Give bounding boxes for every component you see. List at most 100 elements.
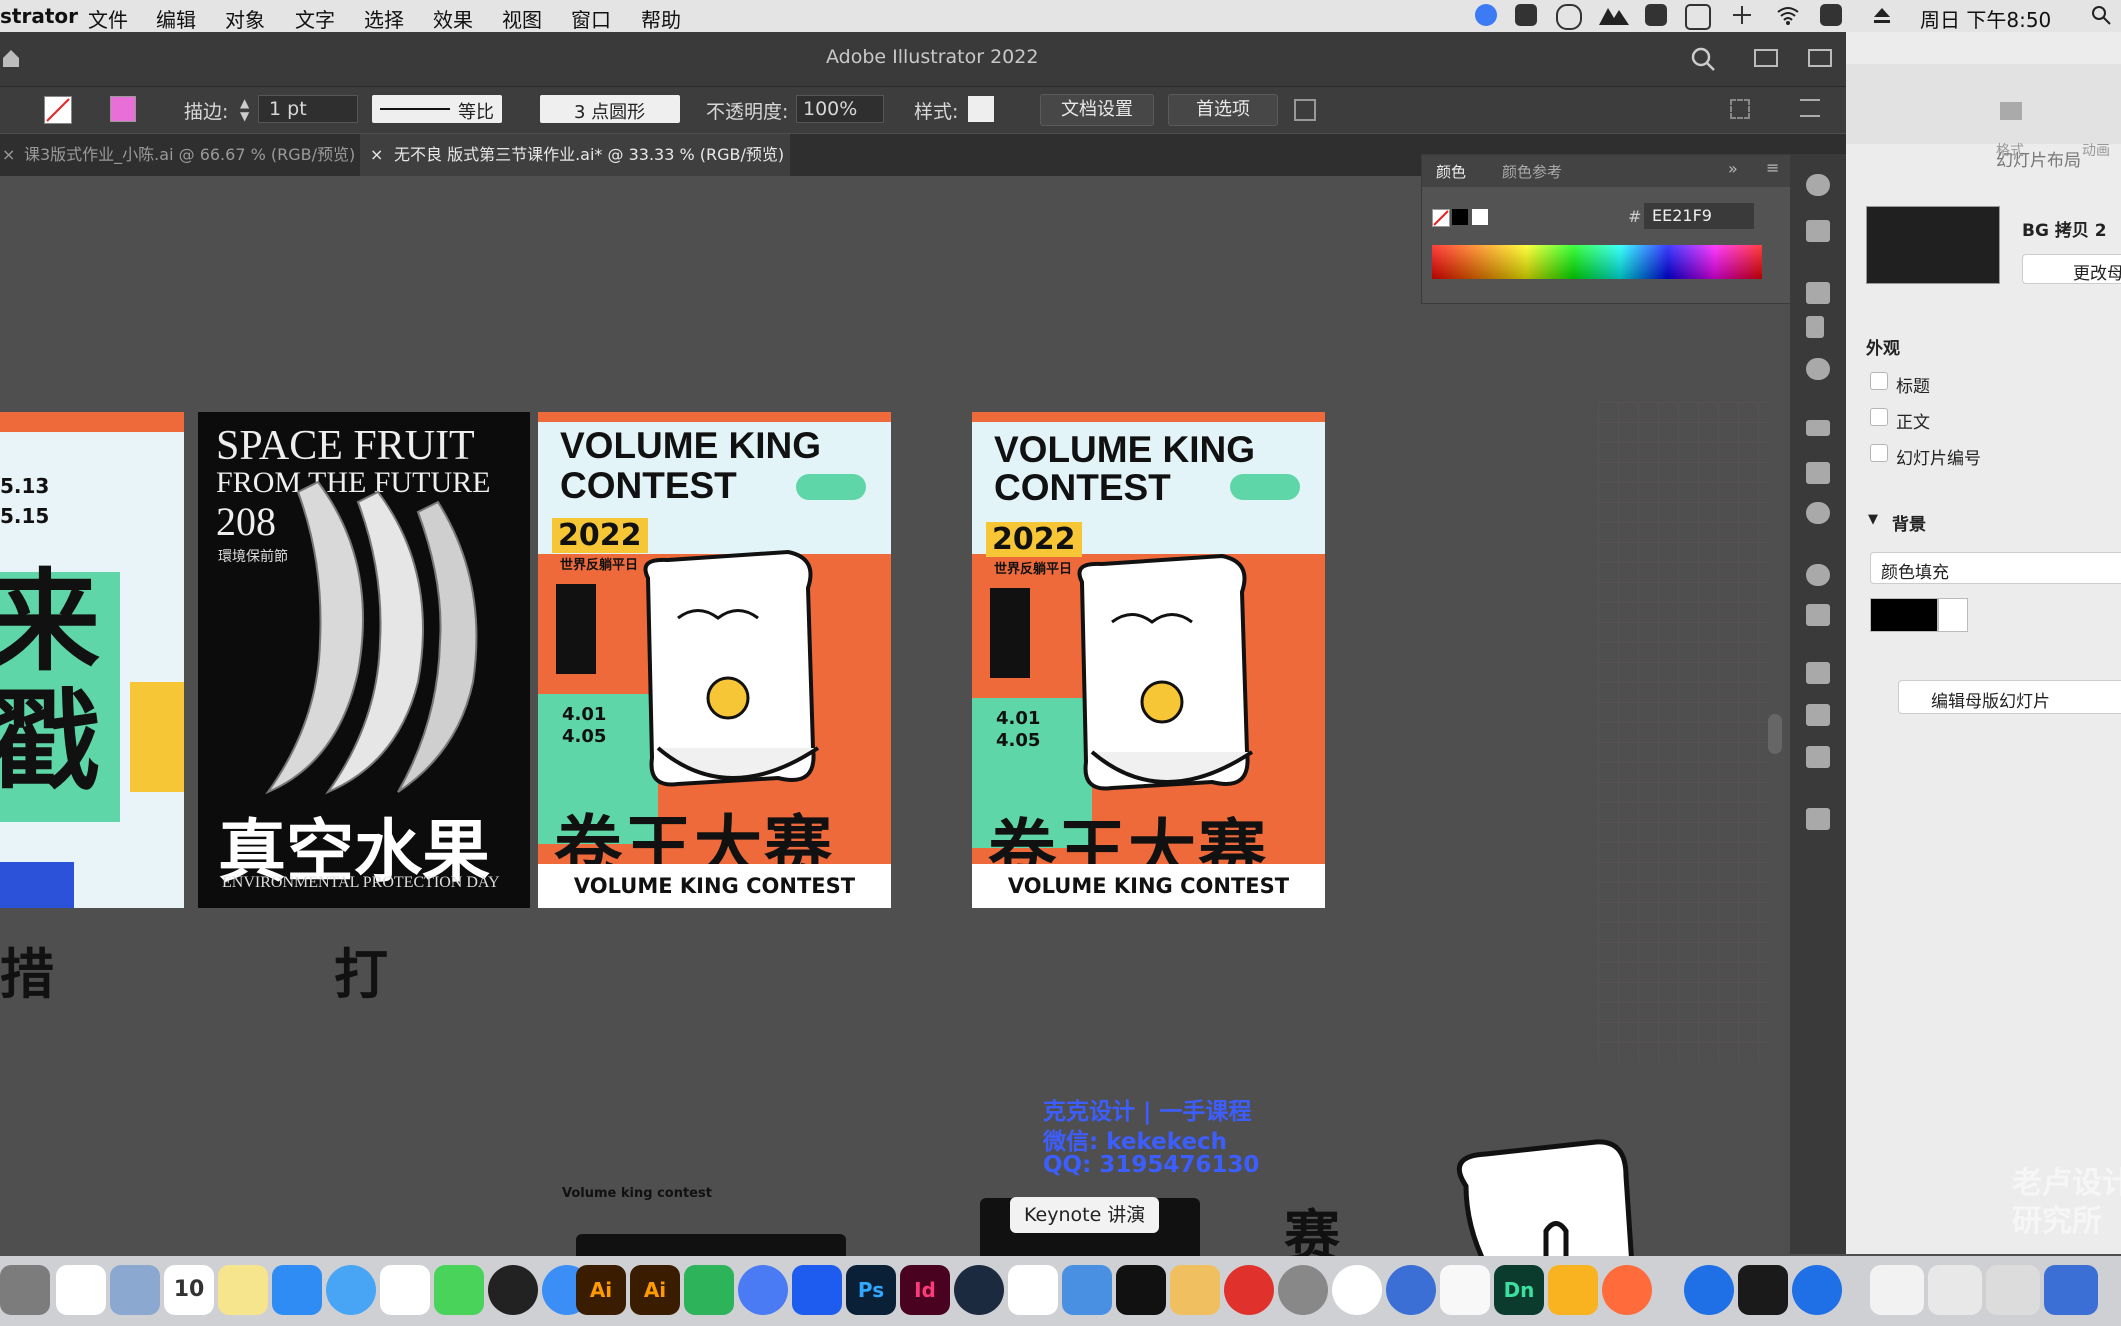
variable-width-profile[interactable]: 等比 xyxy=(372,95,502,123)
keynote-icon[interactable] xyxy=(1062,1265,1112,1315)
poster-volume-king-b[interactable]: VOLUME KING CONTEST 2022 世界反躺平日 4.01 4.0… xyxy=(972,412,1325,908)
poster-left-cropped[interactable]: 5.13 5.15 来 戳 xyxy=(0,412,184,908)
figma-icon[interactable] xyxy=(1602,1265,1652,1315)
dimension-icon[interactable]: Dn xyxy=(1494,1265,1544,1315)
input-method-icon[interactable] xyxy=(1820,4,1842,26)
stroke-weight-field[interactable]: 1 pt xyxy=(258,95,358,123)
document-setup-button[interactable]: 文档设置 xyxy=(1040,94,1154,126)
menubar-clock[interactable]: 周日 下午8:50 xyxy=(1920,4,2051,33)
calendar-icon[interactable]: 10 xyxy=(164,1265,214,1315)
edit-master-slide-button[interactable]: 编辑母版幻灯片 xyxy=(1898,680,2121,714)
spotlight-icon[interactable] xyxy=(2090,4,2112,26)
qq-icon[interactable] xyxy=(488,1265,538,1315)
canvas-text[interactable]: 措 xyxy=(0,930,54,1009)
app-store-icon[interactable] xyxy=(272,1265,322,1315)
launchpad-icon[interactable] xyxy=(0,1265,50,1315)
mountain-icon[interactable] xyxy=(1598,4,1630,26)
netease-music-icon[interactable] xyxy=(1224,1265,1274,1315)
body-checkbox[interactable] xyxy=(1870,408,1888,426)
indesign-icon[interactable]: Id xyxy=(900,1265,950,1315)
poster-volume-king-a[interactable]: VOLUME KING CONTEST 2022 世界反躺平日 4.01 4.0… xyxy=(538,412,891,908)
palette-app-icon[interactable] xyxy=(1440,1265,1490,1315)
panel-toggle-icon[interactable] xyxy=(1808,49,1832,67)
eject-icon[interactable] xyxy=(1871,4,1893,26)
none-swatch[interactable] xyxy=(1432,209,1450,227)
opacity-field[interactable]: 100% xyxy=(796,95,884,123)
stroke-swatch[interactable] xyxy=(110,96,136,122)
terminal-icon[interactable] xyxy=(1738,1265,1788,1315)
window-thumb-icon[interactable] xyxy=(1928,1265,1982,1315)
close-icon[interactable]: × xyxy=(370,134,383,176)
brush-definition[interactable]: 3 点圆形 xyxy=(540,95,680,123)
illustrator-icon[interactable]: Ai xyxy=(576,1265,626,1315)
tab-document-1[interactable]: × 课3版式作业_小陈.ai @ 66.67 % (RGB/预览) xyxy=(0,134,360,176)
creative-cloud-icon[interactable] xyxy=(1556,4,1582,30)
wechat-icon[interactable] xyxy=(434,1265,484,1315)
menu-file[interactable]: 文件 xyxy=(88,4,128,33)
transform-icon[interactable] xyxy=(1730,99,1750,119)
artboard-canvas[interactable]: 5.13 5.15 来 戳 SPACE FRUIT FROM THE FUTUR… xyxy=(0,176,1785,1266)
baidu-netdisk-icon[interactable] xyxy=(56,1265,106,1315)
layers-icon[interactable] xyxy=(1806,662,1830,684)
poster-space-fruit[interactable]: SPACE FRUIT FROM THE FUTURE 208 環境保前節 真空… xyxy=(198,412,530,908)
hex-input[interactable]: EE21F9 xyxy=(1644,203,1754,229)
color-wheel-icon[interactable] xyxy=(1938,598,1968,632)
notice-icon[interactable] xyxy=(1645,4,1667,26)
black-swatch[interactable] xyxy=(1452,209,1468,225)
format-tab-icon[interactable] xyxy=(2000,102,2022,120)
gradient-icon[interactable] xyxy=(1806,462,1830,484)
canvas-caption[interactable]: Volume king contest xyxy=(562,1186,712,1201)
menu-edit[interactable]: 编辑 xyxy=(156,4,196,33)
fill-color-well[interactable] xyxy=(1870,598,1938,632)
green-app-icon[interactable] xyxy=(684,1265,734,1315)
white-swatch[interactable] xyxy=(1472,209,1488,225)
photos-icon[interactable] xyxy=(380,1265,430,1315)
menu-help[interactable]: 帮助 xyxy=(641,4,681,33)
transparency-icon[interactable] xyxy=(1806,502,1830,524)
scrollbar-thumb[interactable] xyxy=(1768,714,1782,754)
tab-document-2[interactable]: × 无不良 版式第三节课作业.ai* @ 33.33 % (RGB/预览) xyxy=(360,134,790,176)
notes-icon[interactable] xyxy=(218,1265,268,1315)
system-preferences-icon[interactable] xyxy=(1278,1265,1328,1315)
chrome-icon[interactable] xyxy=(1332,1265,1382,1315)
stroke-icon[interactable] xyxy=(1806,420,1830,436)
music-icon[interactable] xyxy=(1475,4,1497,26)
wifi-icon[interactable] xyxy=(1776,4,1799,26)
textedit-icon[interactable] xyxy=(1170,1265,1220,1315)
wps-icon[interactable] xyxy=(1008,1265,1058,1315)
home-icon[interactable] xyxy=(2,48,20,72)
align-icon[interactable] xyxy=(1294,99,1316,121)
brushes-icon[interactable] xyxy=(1806,316,1824,338)
window-thumb-icon[interactable] xyxy=(2044,1265,2098,1315)
appearance-icon[interactable] xyxy=(1806,564,1830,586)
feishu-2-icon[interactable] xyxy=(1792,1265,1842,1315)
messages-icon[interactable] xyxy=(326,1265,376,1315)
move-icon[interactable] xyxy=(1731,4,1753,26)
cinema4d-icon[interactable] xyxy=(954,1265,1004,1315)
stroke-stepper-icon[interactable]: ▲ ▼ xyxy=(240,97,250,123)
bell-icon[interactable] xyxy=(1515,4,1537,26)
menu-icon[interactable] xyxy=(1800,99,1820,117)
menu-window[interactable]: 窗口 xyxy=(571,4,611,33)
preferences-button[interactable]: 首选项 xyxy=(1168,94,1278,126)
change-master-button[interactable]: 更改母 xyxy=(2022,254,2121,284)
fill-type-select[interactable]: 颜色填充 xyxy=(1870,552,2121,584)
color-panel-icon[interactable] xyxy=(1806,174,1830,196)
sketch-icon[interactable] xyxy=(1548,1265,1598,1315)
canvas-text[interactable]: 赛 xyxy=(1284,1192,1340,1266)
p-app-icon[interactable] xyxy=(792,1265,842,1315)
color-guide-icon[interactable] xyxy=(1806,220,1830,242)
preview-icon[interactable] xyxy=(110,1265,160,1315)
layout-thumbnail[interactable] xyxy=(1866,206,2000,284)
search-icon[interactable] xyxy=(1690,46,1716,76)
color-spectrum[interactable] xyxy=(1432,245,1762,279)
feishu-icon[interactable] xyxy=(1684,1265,1734,1315)
comments-icon[interactable] xyxy=(1806,808,1830,830)
style-swatch[interactable] xyxy=(968,96,994,122)
menu-object[interactable]: 对象 xyxy=(225,4,265,33)
fill-swatch-none[interactable] xyxy=(44,96,72,124)
image-trace-icon[interactable] xyxy=(1806,282,1830,304)
close-icon[interactable]: × xyxy=(2,134,15,176)
disclosure-triangle-icon[interactable]: ▼ xyxy=(1868,512,1878,527)
slide-number-checkbox[interactable] xyxy=(1870,444,1888,462)
